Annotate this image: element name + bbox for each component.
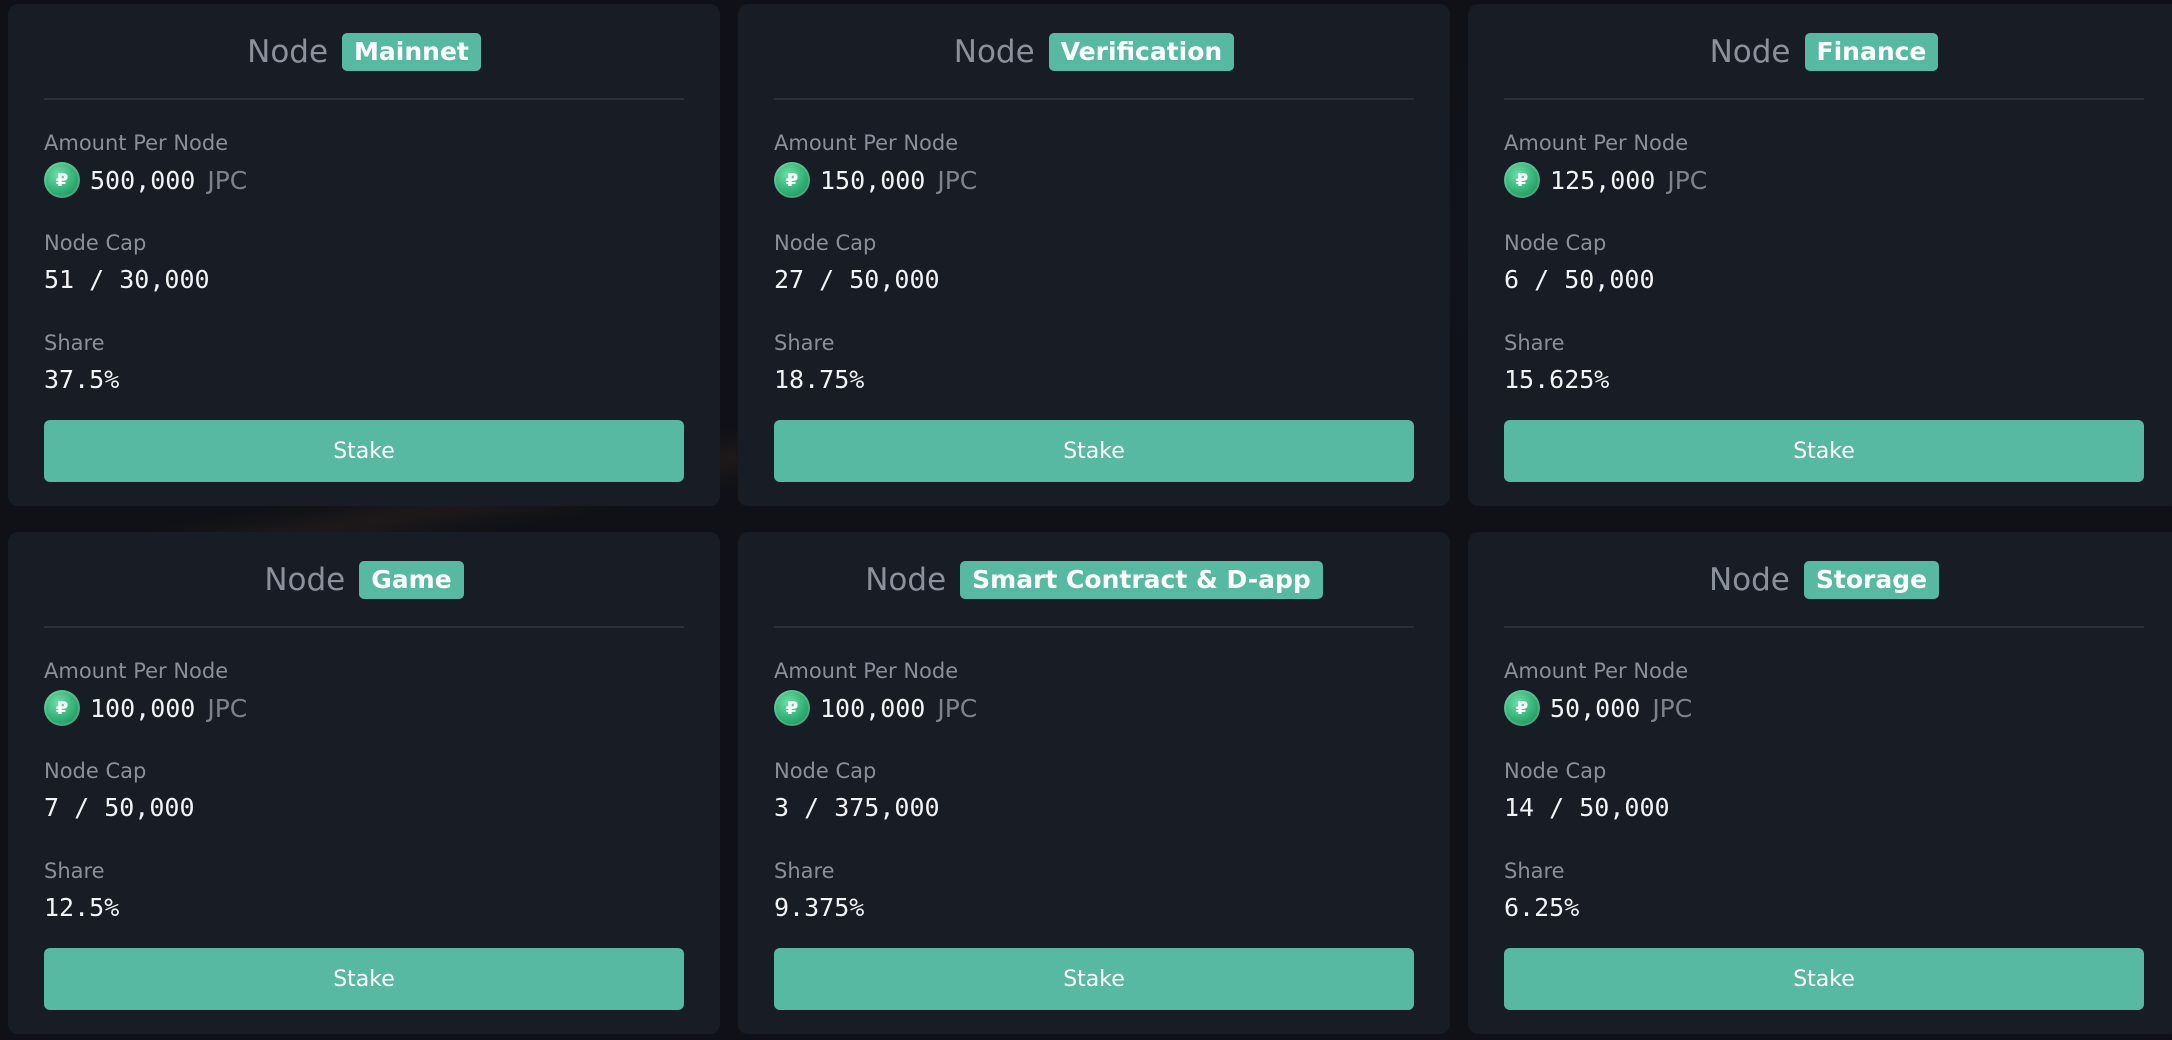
node-title: Node xyxy=(1708,562,1790,598)
stake-button[interactable]: Stake xyxy=(774,948,1414,1010)
card-header: Node Game xyxy=(44,532,684,628)
jpc-coin-icon: ₽ xyxy=(1504,690,1540,726)
node-type-badge: Mainnet xyxy=(342,33,481,71)
node-card-grid: Node Mainnet Amount Per Node ₽ 500,000 J… xyxy=(8,4,2172,1034)
node-title: Node xyxy=(865,562,947,598)
stake-button[interactable]: Stake xyxy=(44,420,684,482)
share-value: 6.25% xyxy=(1504,893,1580,922)
card-header: Node Verification xyxy=(774,4,1414,100)
amount-label: Amount Per Node xyxy=(1504,659,1689,683)
share-label: Share xyxy=(44,331,105,355)
share-label: Share xyxy=(1504,331,1565,355)
share-label: Share xyxy=(774,331,835,355)
node-type-badge: Game xyxy=(359,561,464,599)
cap-label: Node Cap xyxy=(774,759,877,783)
cap-value: 6 / 50,000 xyxy=(1504,265,1655,294)
amount-unit: JPC xyxy=(207,693,248,723)
node-card-storage: Node Storage Amount Per Node ₽ 50,000 JP… xyxy=(1468,532,2172,1034)
stake-button[interactable]: Stake xyxy=(44,948,684,1010)
share-value: 12.5% xyxy=(44,893,120,922)
amount-row: ₽ 100,000 JPC xyxy=(774,688,1414,728)
cap-value: 3 / 375,000 xyxy=(774,793,940,822)
amount-row: ₽ 150,000 JPC xyxy=(774,160,1414,200)
node-type-badge: Storage xyxy=(1803,561,1940,599)
card-header: Node Mainnet xyxy=(44,4,684,100)
amount-label: Amount Per Node xyxy=(44,131,229,155)
node-card-mainnet: Node Mainnet Amount Per Node ₽ 500,000 J… xyxy=(8,4,720,506)
cap-value: 7 / 50,000 xyxy=(44,793,195,822)
amount-value: 500,000 xyxy=(90,165,196,195)
amount-row: ₽ 500,000 JPC xyxy=(44,160,684,200)
amount-unit: JPC xyxy=(1652,693,1693,723)
stake-button[interactable]: Stake xyxy=(1504,420,2144,482)
node-card-smart-contract: Node Smart Contract & D-app Amount Per N… xyxy=(738,532,1450,1034)
share-value: 18.75% xyxy=(774,365,865,394)
jpc-coin-icon: ₽ xyxy=(1504,162,1540,198)
node-title: Node xyxy=(264,562,346,598)
node-type-badge: Verification xyxy=(1048,33,1235,71)
cap-value: 14 / 50,000 xyxy=(1504,793,1670,822)
node-card-verification: Node Verification Amount Per Node ₽ 150,… xyxy=(738,4,1450,506)
amount-value: 150,000 xyxy=(820,165,926,195)
share-value: 15.625% xyxy=(1504,365,1610,394)
cap-label: Node Cap xyxy=(1504,231,1607,255)
jpc-coin-icon: ₽ xyxy=(774,690,810,726)
amount-label: Amount Per Node xyxy=(44,659,229,683)
amount-unit: JPC xyxy=(937,693,978,723)
node-card-finance: Node Finance Amount Per Node ₽ 125,000 J… xyxy=(1468,4,2172,506)
card-header: Node Smart Contract & D-app xyxy=(774,532,1414,628)
cap-label: Node Cap xyxy=(44,231,147,255)
amount-label: Amount Per Node xyxy=(774,131,959,155)
amount-value: 100,000 xyxy=(90,693,196,723)
node-card-game: Node Game Amount Per Node ₽ 100,000 JPC … xyxy=(8,532,720,1034)
share-value: 9.375% xyxy=(774,893,865,922)
share-label: Share xyxy=(774,859,835,883)
cap-value: 27 / 50,000 xyxy=(774,265,940,294)
card-header: Node Finance xyxy=(1504,4,2144,100)
amount-row: ₽ 50,000 JPC xyxy=(1504,688,2144,728)
amount-row: ₽ 125,000 JPC xyxy=(1504,160,2144,200)
cap-label: Node Cap xyxy=(1504,759,1607,783)
node-title: Node xyxy=(1709,34,1791,70)
share-label: Share xyxy=(1504,859,1565,883)
stake-button[interactable]: Stake xyxy=(774,420,1414,482)
card-header: Node Storage xyxy=(1504,532,2144,628)
stake-button[interactable]: Stake xyxy=(1504,948,2144,1010)
cap-label: Node Cap xyxy=(774,231,877,255)
amount-value: 125,000 xyxy=(1550,165,1656,195)
node-title: Node xyxy=(953,34,1035,70)
amount-row: ₽ 100,000 JPC xyxy=(44,688,684,728)
amount-value: 50,000 xyxy=(1550,693,1641,723)
amount-value: 100,000 xyxy=(820,693,926,723)
amount-unit: JPC xyxy=(207,165,248,195)
node-type-badge: Smart Contract & D-app xyxy=(960,561,1323,599)
share-value: 37.5% xyxy=(44,365,120,394)
node-title: Node xyxy=(247,34,329,70)
amount-label: Amount Per Node xyxy=(774,659,959,683)
amount-unit: JPC xyxy=(937,165,978,195)
cap-label: Node Cap xyxy=(44,759,147,783)
cap-value: 51 / 30,000 xyxy=(44,265,210,294)
amount-label: Amount Per Node xyxy=(1504,131,1689,155)
jpc-coin-icon: ₽ xyxy=(44,690,80,726)
jpc-coin-icon: ₽ xyxy=(774,162,810,198)
share-label: Share xyxy=(44,859,105,883)
amount-unit: JPC xyxy=(1667,165,1708,195)
node-type-badge: Finance xyxy=(1804,33,1939,71)
jpc-coin-icon: ₽ xyxy=(44,162,80,198)
